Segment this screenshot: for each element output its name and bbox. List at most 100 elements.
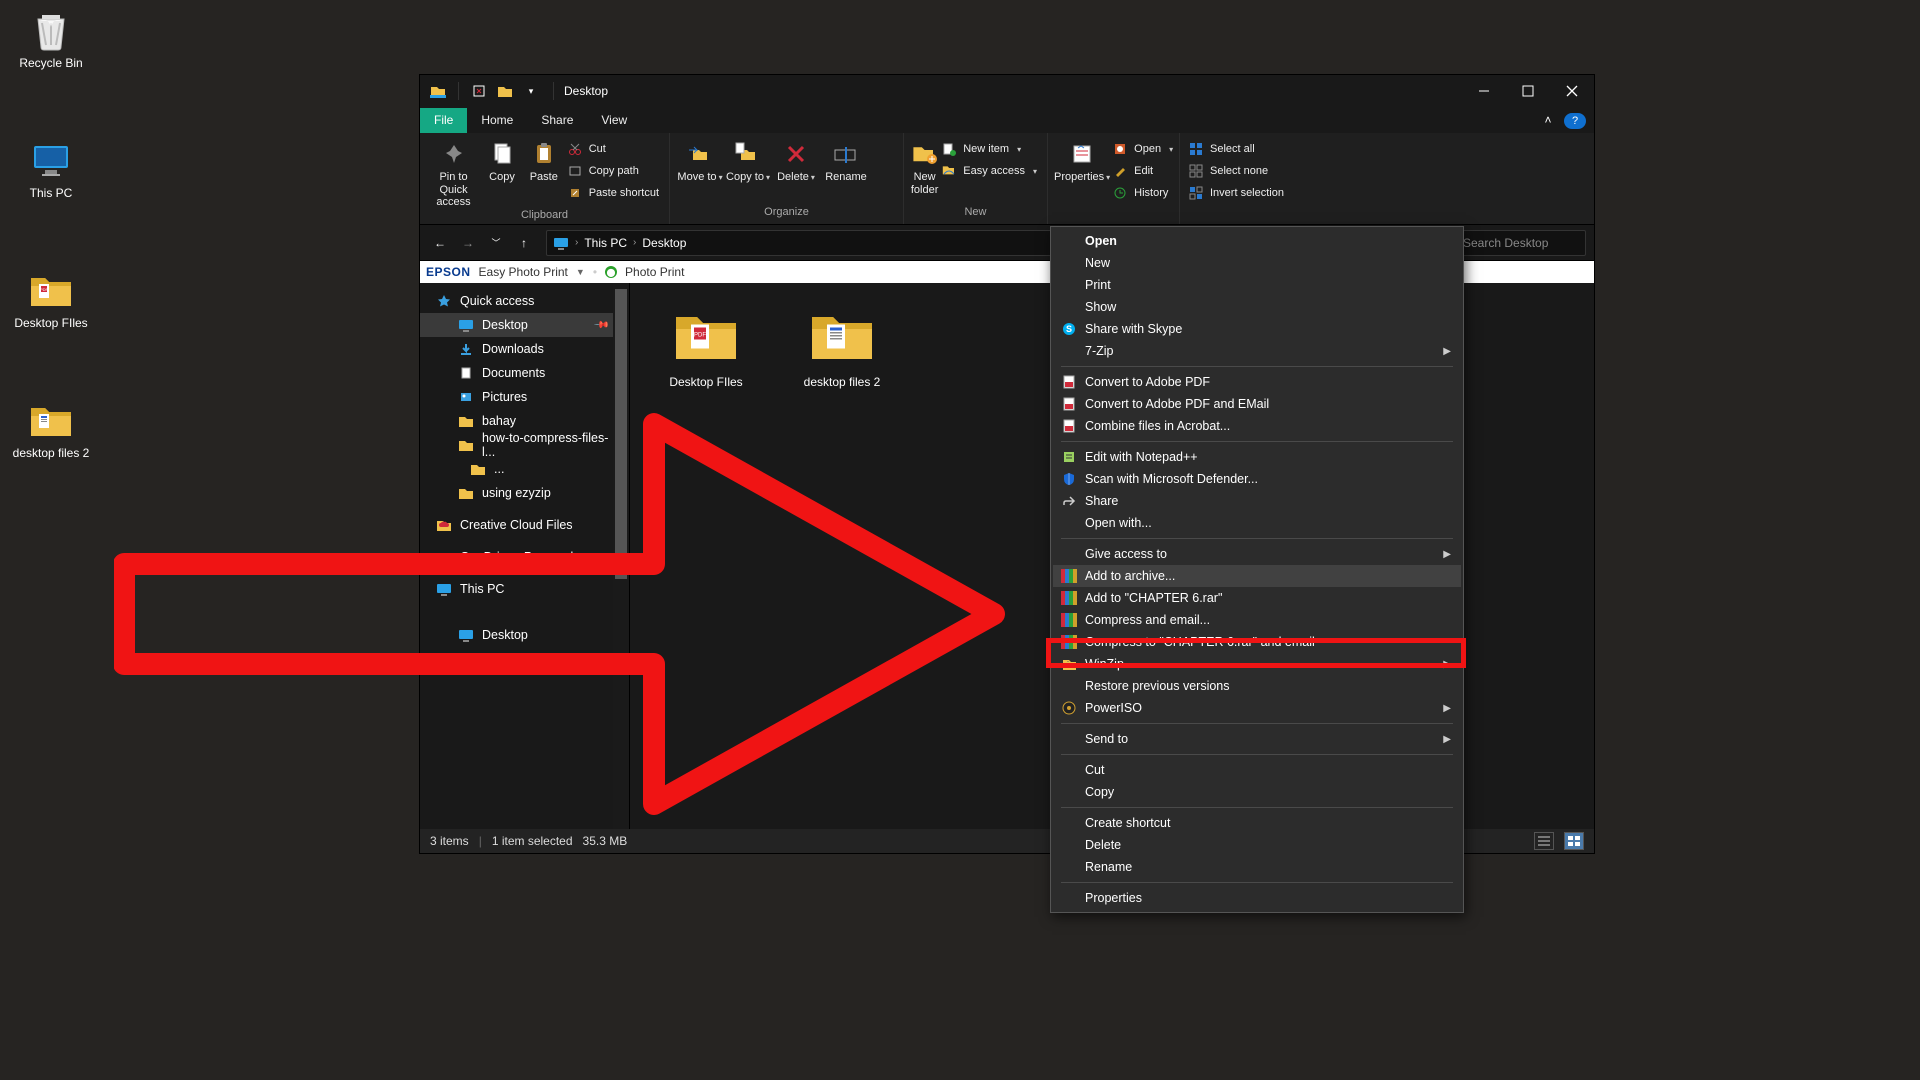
invertselection-button[interactable]: Invert selection <box>1186 183 1288 203</box>
copypath-button[interactable]: Copy path <box>565 161 663 181</box>
context-menu-item[interactable]: Add to archive... <box>1053 565 1461 587</box>
context-menu-item[interactable]: 7-Zip▶ <box>1053 340 1461 362</box>
breadcrumb-this-pc[interactable]: This PC› <box>584 236 636 250</box>
context-menu-item[interactable]: Delete <box>1053 834 1461 856</box>
qat-dropdown-icon[interactable]: ▾ <box>521 81 541 101</box>
sidebar-desktop[interactable]: Desktop📌 <box>420 313 629 337</box>
context-menu-item[interactable]: Cut <box>1053 759 1461 781</box>
tab-view[interactable]: View <box>587 108 641 133</box>
context-menu-item[interactable]: Send to▶ <box>1053 728 1461 750</box>
context-menu-item[interactable]: Rename <box>1053 856 1461 878</box>
context-menu-item-label: PowerISO <box>1085 701 1142 715</box>
desktop-icon-folder-1[interactable]: PDF Desktop FIles <box>6 268 96 331</box>
copy-button[interactable]: Copy <box>481 137 523 184</box>
maximize-button[interactable] <box>1506 75 1550 107</box>
context-menu-item[interactable]: Scan with Microsoft Defender... <box>1053 468 1461 490</box>
desktop-icon-folder-2[interactable]: desktop files 2 <box>6 398 96 461</box>
selectall-button[interactable]: Select all <box>1186 139 1288 159</box>
sidebar-creativecloud[interactable]: Creative Cloud Files <box>420 513 629 537</box>
file-item-folder-2[interactable]: desktop files 2 <box>792 299 892 389</box>
ribbon-collapse-icon[interactable]: ˄ <box>1536 107 1560 133</box>
sidebar-folder-bahay[interactable]: bahay <box>420 409 629 433</box>
context-menu-item[interactable]: Share <box>1053 490 1461 512</box>
sidebar-onedrive[interactable]: OneDrive - Personal <box>420 545 629 569</box>
context-menu-item[interactable]: Restore previous versions <box>1053 675 1461 697</box>
context-menu-item[interactable]: Give access to▶ <box>1053 543 1461 565</box>
epson-easy-print[interactable]: Easy Photo Print <box>479 265 568 279</box>
file-item-folder-1[interactable]: PDF Desktop FIles <box>656 299 756 389</box>
context-menu-item[interactable]: Convert to Adobe PDF <box>1053 371 1461 393</box>
context-menu-item[interactable]: Compress and email... <box>1053 609 1461 631</box>
context-menu-item[interactable]: Properties <box>1053 887 1461 909</box>
moveto-button[interactable]: Move to▾ <box>676 137 724 184</box>
copyto-button[interactable]: Copy to▾ <box>724 137 772 184</box>
view-details-button[interactable] <box>1534 832 1554 850</box>
newfolder-button[interactable]: New folder <box>910 137 939 196</box>
context-menu-item[interactable]: Print <box>1053 274 1461 296</box>
view-thumbnails-button[interactable] <box>1564 832 1584 850</box>
pasteshortcut-button[interactable]: Paste shortcut <box>565 183 663 203</box>
breadcrumb-root-icon[interactable]: › <box>553 236 578 250</box>
context-menu-item[interactable]: Open <box>1053 230 1461 252</box>
pin-quickaccess-button[interactable]: Pin to Quick access <box>426 137 481 209</box>
sidebar-pictures[interactable]: Pictures <box>420 385 629 409</box>
sidebar-folder-howto[interactable]: how-to-compress-files-l... <box>420 433 629 457</box>
sidebar-quickaccess[interactable]: Quick access <box>420 289 629 313</box>
nav-recent-button[interactable]: ﹀ <box>484 231 508 255</box>
context-menu-item[interactable]: SShare with Skype <box>1053 318 1461 340</box>
context-menu-item[interactable]: Open with... <box>1053 512 1461 534</box>
properties-button[interactable]: Properties▾ <box>1054 137 1110 184</box>
selectnone-button[interactable]: Select none <box>1186 161 1288 181</box>
tab-file[interactable]: File <box>420 108 467 133</box>
paste-button[interactable]: Paste <box>523 137 565 184</box>
context-menu-item[interactable]: WinZip▶ <box>1053 653 1461 675</box>
search-input[interactable]: Search Desktop <box>1456 230 1586 256</box>
help-button[interactable]: ? <box>1564 113 1586 129</box>
nav-up-button[interactable]: ↑ <box>512 231 536 255</box>
sidebar-folder-sub[interactable]: ... <box>420 457 629 481</box>
qat-properties-icon[interactable] <box>469 81 489 101</box>
desktop-icon-recycle-bin[interactable]: Recycle Bin <box>6 8 96 71</box>
close-button[interactable] <box>1550 75 1594 107</box>
piso-icon <box>1059 700 1079 716</box>
sidebar-thispc-desktop[interactable]: Desktop <box>420 623 629 647</box>
newitem-button[interactable]: New item▾ <box>939 139 1041 159</box>
titlebar[interactable]: ▾ Desktop <box>420 75 1594 107</box>
context-menu-item[interactable]: Compress to "CHAPTER 6.rar" and email <box>1053 631 1461 653</box>
minimize-button[interactable] <box>1462 75 1506 107</box>
history-button[interactable]: History <box>1110 183 1177 203</box>
epson-photo-print[interactable]: Photo Print <box>625 265 684 279</box>
cut-button[interactable]: Cut <box>565 139 663 159</box>
epson-brand: EPSON <box>426 265 471 279</box>
easyaccess-icon <box>941 163 957 179</box>
desktop-icon-label: desktop files 2 <box>6 446 96 461</box>
nav-forward-button[interactable]: → <box>456 231 480 255</box>
open-button[interactable]: Open▾ <box>1110 139 1177 159</box>
easyaccess-button[interactable]: Easy access▾ <box>939 161 1041 181</box>
edit-button[interactable]: Edit <box>1110 161 1177 181</box>
tab-share[interactable]: Share <box>527 108 587 133</box>
desktop-icon-this-pc[interactable]: This PC <box>6 138 96 201</box>
context-menu-item[interactable]: Combine files in Acrobat... <box>1053 415 1461 437</box>
delete-button[interactable]: Delete▾ <box>772 137 820 184</box>
context-menu-item[interactable]: Copy <box>1053 781 1461 803</box>
context-menu-item[interactable]: Show <box>1053 296 1461 318</box>
qat-newfolder-icon[interactable] <box>495 81 515 101</box>
sidebar-thispc-documents[interactable]: Documents <box>420 647 629 671</box>
sidebar-documents[interactable]: Documents <box>420 361 629 385</box>
sidebar-folder-ezyzip[interactable]: using ezyzip <box>420 481 629 505</box>
context-menu-item[interactable]: Add to "CHAPTER 6.rar" <box>1053 587 1461 609</box>
nav-back-button[interactable]: ← <box>428 231 452 255</box>
epson-dropdown-icon[interactable]: ▼ <box>576 267 585 277</box>
context-menu-item[interactable]: New <box>1053 252 1461 274</box>
context-menu-item[interactable]: PowerISO▶ <box>1053 697 1461 719</box>
sidebar-downloads[interactable]: Downloads <box>420 337 629 361</box>
sidebar-thispc[interactable]: This PC <box>420 577 629 601</box>
tab-home[interactable]: Home <box>467 108 527 133</box>
sidebar-scrollbar[interactable] <box>613 283 629 829</box>
context-menu-item[interactable]: Edit with Notepad++ <box>1053 446 1461 468</box>
context-menu-item[interactable]: Create shortcut <box>1053 812 1461 834</box>
context-menu-item[interactable]: Convert to Adobe PDF and EMail <box>1053 393 1461 415</box>
rename-button[interactable]: Rename <box>820 137 872 184</box>
breadcrumb-desktop[interactable]: Desktop <box>642 236 686 250</box>
